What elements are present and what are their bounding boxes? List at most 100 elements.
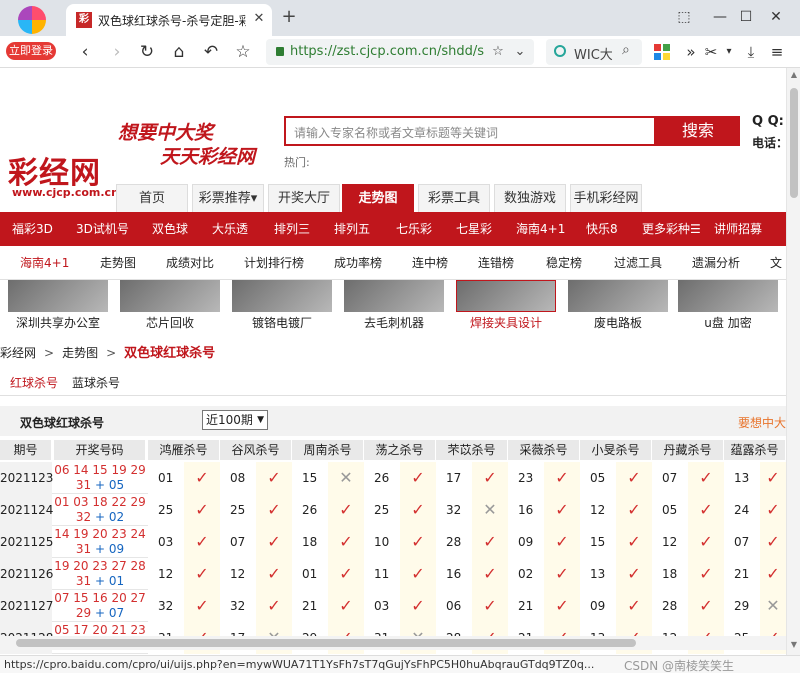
main-nav-draw-hall[interactable]: 开奖大厅	[268, 184, 340, 212]
tab-blue-kill[interactable]: 蓝球杀号	[72, 374, 120, 391]
browser-search-text[interactable]: WIC大	[574, 44, 613, 63]
kill-number: 09	[508, 526, 544, 558]
main-nav-recommend[interactable]: 彩票推荐▾	[192, 184, 264, 212]
period-select[interactable]: 近100期 ▼	[202, 410, 268, 430]
issue-number: 2021126	[0, 558, 53, 590]
ad-caption: 镀铬电镀厂	[251, 316, 312, 330]
kill-number: 12	[220, 558, 256, 590]
breadcrumb-home[interactable]: 彩经网	[0, 346, 36, 360]
menu-icon[interactable]: ≡	[766, 41, 788, 63]
sub-nav-item[interactable]: 遗漏分析	[692, 246, 740, 280]
bookmark-star-icon[interactable]: ☆	[488, 42, 508, 62]
lottery-nav-item[interactable]: 七星彩	[456, 212, 492, 246]
sub-nav-item[interactable]: 成功率榜	[334, 246, 382, 280]
lock-icon	[276, 47, 284, 56]
lottery-nav-item[interactable]: 排列五	[334, 212, 370, 246]
search-engine-icon	[554, 45, 566, 57]
promo-link[interactable]: 要想中大	[738, 414, 786, 431]
more-chevrons-icon[interactable]: »	[680, 41, 702, 63]
lottery-nav-item[interactable]: 七乐彩	[396, 212, 432, 246]
tab-close-icon[interactable]: ✕	[250, 10, 268, 28]
plus-sign: +	[91, 574, 109, 588]
site-search-input[interactable]: 请输入专家名称或者文章标题等关键词	[284, 116, 656, 146]
ad-item[interactable]: 深圳共享办公室	[6, 280, 110, 332]
vertical-scrollbar[interactable]: ▲ ▼	[786, 68, 800, 655]
check-icon: ✓	[472, 462, 508, 494]
address-bar[interactable]: https://zst.cjcp.com.cn/shdd/s ☆ ⌄	[266, 39, 534, 65]
scroll-down-icon[interactable]: ▼	[789, 640, 799, 649]
horizontal-scroll-thumb[interactable]	[16, 639, 636, 647]
kill-number: 02	[508, 558, 544, 590]
lottery-nav-item[interactable]: 排列三	[274, 212, 310, 246]
tab-red-kill[interactable]: 红球杀号	[10, 374, 58, 391]
check-icon: ✓	[616, 494, 652, 526]
draw-numbers: 06 14 15 19 29 31 + 05	[54, 463, 146, 493]
lottery-nav-item[interactable]: 讲师招募	[714, 212, 762, 246]
apps-grid-icon[interactable]	[654, 44, 670, 60]
scissors-dropdown-icon[interactable]: ▾	[718, 41, 740, 63]
window-close-icon[interactable]: ✕	[762, 4, 790, 30]
lottery-nav-item[interactable]: 双色球	[152, 212, 188, 246]
sub-nav-item[interactable]: 过滤工具	[614, 246, 662, 280]
lottery-nav-item[interactable]: 快乐8	[586, 212, 618, 246]
shirt-icon[interactable]: ⬚	[670, 4, 698, 30]
site-logo-url: www.cjcp.com.cn	[12, 186, 119, 199]
lottery-nav-item[interactable]: 3D试机号	[76, 212, 129, 246]
ad-item[interactable]: 芯片回收	[118, 280, 222, 332]
breadcrumb-trend[interactable]: 走势图	[62, 346, 98, 360]
address-text[interactable]: https://zst.cjcp.com.cn/shdd/s	[290, 44, 486, 59]
sub-nav-item[interactable]: 稳定榜	[546, 246, 582, 280]
kill-number: 12	[148, 558, 184, 590]
red-ball-last: 31	[75, 478, 92, 492]
main-nav-mobile[interactable]: 手机彩经网	[570, 184, 642, 212]
lottery-nav-item[interactable]: 福彩3D	[12, 212, 53, 246]
check-icon: ✓	[688, 558, 724, 590]
sub-nav-item[interactable]: 海南4+1	[20, 246, 69, 280]
search-icon[interactable]: ⌕	[622, 42, 630, 58]
sub-nav-item[interactable]: 连错榜	[478, 246, 514, 280]
sub-nav-item[interactable]: 文	[770, 246, 782, 280]
scroll-up-icon[interactable]: ▲	[789, 70, 799, 79]
browser-search-box[interactable]: WIC大 ⌕	[546, 39, 642, 65]
vertical-scroll-thumb[interactable]	[790, 88, 798, 198]
sub-nav-item[interactable]: 计划排行榜	[244, 246, 304, 280]
main-nav-tools[interactable]: 彩票工具	[418, 184, 490, 212]
horizontal-scrollbar[interactable]	[0, 636, 786, 650]
ad-item[interactable]: 镀铬电镀厂	[230, 280, 334, 332]
red-ball-last: 32	[75, 510, 92, 524]
red-ball-last: 31	[75, 542, 92, 556]
maximize-icon[interactable]: ☐	[732, 4, 760, 30]
browser-logo-icon[interactable]	[12, 6, 52, 34]
lottery-nav-item[interactable]: 海南4+1	[516, 212, 565, 246]
main-nav-sudoku[interactable]: 数独游戏	[494, 184, 566, 212]
login-button[interactable]: 立即登录	[6, 42, 56, 60]
minimize-icon[interactable]: —	[706, 4, 734, 30]
ad-item[interactable]: u盘 加密	[676, 280, 780, 332]
breadcrumb-separator: >	[106, 346, 117, 360]
undo-icon[interactable]: ↶	[198, 40, 224, 64]
sub-nav-item[interactable]: 连中榜	[412, 246, 448, 280]
ad-item[interactable]: 焊接夹具设计	[454, 280, 558, 332]
home-icon[interactable]: ⌂	[166, 40, 192, 64]
blue-ball: 05	[108, 478, 125, 492]
site-search-button[interactable]: 搜索	[656, 116, 740, 146]
ad-item[interactable]: 废电路板	[566, 280, 670, 332]
ad-image	[8, 280, 108, 312]
chevron-down-icon[interactable]: ⌄	[510, 42, 530, 62]
browser-tab-active[interactable]: 彩 双色球红球杀号-杀号定胆-彩 ✕	[66, 4, 272, 36]
sub-nav-item[interactable]: 成绩对比	[166, 246, 214, 280]
back-icon[interactable]: ‹	[72, 40, 98, 64]
main-nav-trend[interactable]: 走势图	[342, 184, 414, 212]
ad-item[interactable]: 去毛刺机器	[342, 280, 446, 332]
star-icon[interactable]: ☆	[230, 40, 256, 64]
new-tab-icon[interactable]: +	[278, 6, 300, 28]
reload-icon[interactable]: ↻	[134, 40, 160, 64]
lottery-nav-more[interactable]: 更多彩种☰	[642, 212, 701, 246]
sub-nav-item[interactable]: 走势图	[100, 246, 136, 280]
main-nav-home[interactable]: 首页	[116, 184, 188, 212]
kill-number: 32	[148, 590, 184, 622]
forward-icon[interactable]: ›	[104, 40, 130, 64]
check-icon: ✓	[400, 590, 436, 622]
download-icon[interactable]: ⤓	[740, 41, 762, 63]
lottery-nav-item[interactable]: 大乐透	[212, 212, 248, 246]
